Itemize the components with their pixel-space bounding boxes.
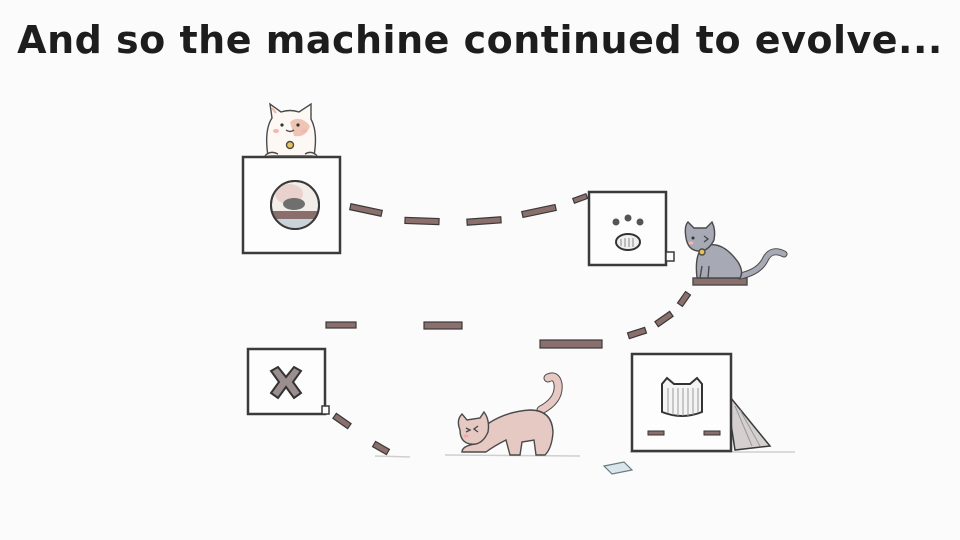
gray-cat-icon: [684, 220, 788, 286]
porthole-box: [241, 155, 342, 255]
pink-cat-icon: [457, 372, 563, 456]
calico-cat-icon: [264, 102, 318, 157]
ground-lines: [374, 451, 795, 458]
machine-illustration: [241, 102, 795, 475]
cat-face-box: [602, 352, 772, 475]
x-box: [246, 347, 330, 416]
paw-box: [587, 190, 675, 267]
